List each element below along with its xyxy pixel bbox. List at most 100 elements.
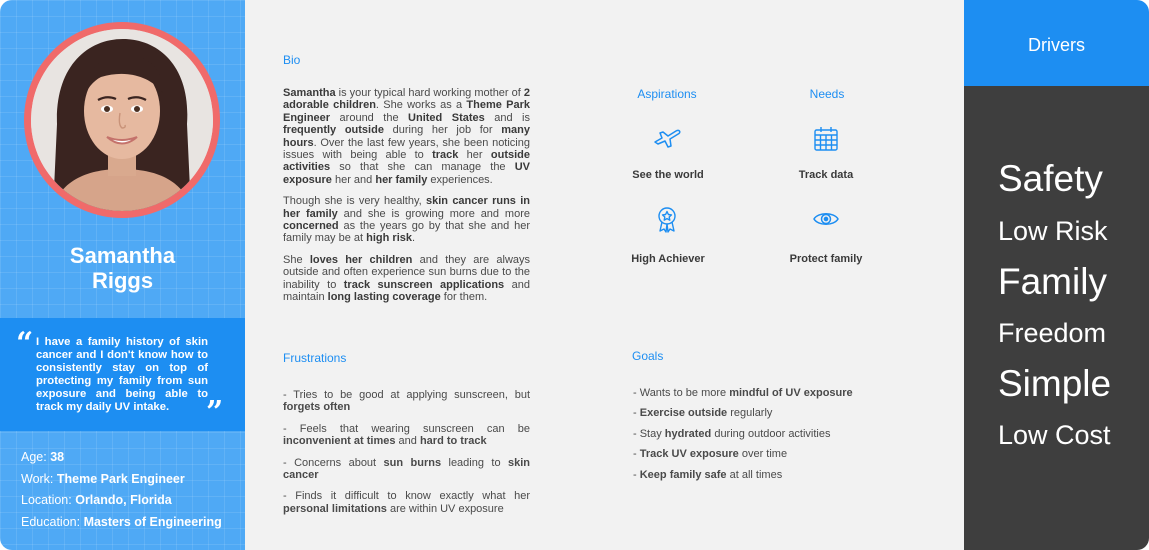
emphasis-text: frequently outside <box>283 124 384 137</box>
detail-age: Age: 38 <box>21 450 65 464</box>
persona-card: Samantha Riggs “ I have a family history… <box>0 0 1149 550</box>
emphasis-text: mindful of UV exposure <box>729 387 853 399</box>
frustration-item: - Finds it difficult to know exactly wha… <box>283 490 530 515</box>
emphasis-text: her family <box>375 173 428 186</box>
emphasis-text: Track UV exposure <box>639 448 739 461</box>
bio-paragraph: Samantha is your typical hard working mo… <box>283 87 530 186</box>
quote-box: “ I have a family history of skin cancer… <box>0 318 245 431</box>
need-track-data: Track data <box>798 169 854 181</box>
open-quote-icon: “ <box>16 326 34 361</box>
body-text: She <box>283 253 310 266</box>
emphasis-text: hard to track <box>419 435 487 448</box>
driver-safety: Safety <box>998 158 1103 199</box>
close-quote-icon: ” <box>206 395 224 430</box>
goals-list: - Wants to be more mindful of UV exposur… <box>633 387 933 489</box>
body-text: and is <box>484 111 531 124</box>
emphasis-text: track sunscreen applications <box>343 278 505 291</box>
bio-text: Samantha is your typical hard working mo… <box>283 87 530 313</box>
frustrations-list: - Tries to be good at applying sunscreen… <box>283 389 530 524</box>
goal-item: - Keep family safe at all times <box>633 469 933 489</box>
body-text: over time <box>738 448 788 461</box>
body-text: so that she can manage the <box>330 161 515 174</box>
body-text: . She works as a <box>375 99 467 112</box>
eye-icon <box>813 213 839 225</box>
body-text: at all times <box>726 468 783 481</box>
persona-last-name: Riggs <box>91 268 154 293</box>
needs-title: Needs <box>809 87 845 101</box>
award-icon <box>658 207 676 233</box>
need-protect-family: Protect family <box>789 253 863 265</box>
calendar-icon <box>814 127 838 151</box>
body-text: are within UV exposure <box>386 502 504 515</box>
profile-panel: Samantha Riggs “ I have a family history… <box>0 0 245 550</box>
goal-item: - Exercise outside regularly <box>633 407 933 427</box>
body-text: leading to <box>441 456 508 469</box>
driver-simple: Simple <box>998 363 1112 404</box>
emphasis-text: track <box>432 149 459 162</box>
body-text: - <box>633 468 640 481</box>
body-text: and <box>395 435 420 448</box>
emphasis-text: high risk <box>366 232 412 245</box>
aspirations-title: Aspirations <box>637 87 697 101</box>
persona-name: Samantha Riggs <box>0 243 245 293</box>
frustration-item: - Feels that wearing sunscreen can be in… <box>283 423 530 448</box>
frustration-item: - Concerns about sun burns leading to sk… <box>283 457 530 482</box>
bio-paragraph: Though she is very healthy, skin cancer … <box>283 195 530 245</box>
emphasis-text: hydrated <box>664 427 712 440</box>
driver-family: Family <box>998 261 1107 302</box>
body-text: is your typical hard working mother of <box>335 87 524 99</box>
body-text: experiences. <box>427 173 493 186</box>
detail-location: Location: Orlando, Florida <box>21 493 172 507</box>
bio-paragraph: She loves her children and they are alwa… <box>283 254 530 304</box>
emphasis-text: concerned <box>283 220 339 233</box>
body-text: - Finds it difficult to know exactly wha… <box>283 490 530 503</box>
body-text: - Concerns about <box>283 456 384 469</box>
driver-low-risk: Low Risk <box>998 216 1108 246</box>
body-text: - Stay <box>633 427 665 440</box>
body-text: her <box>458 149 491 162</box>
body-text: and she is growing more and more <box>337 207 530 220</box>
body-text: her and <box>331 173 376 186</box>
emphasis-text: sun burns <box>383 456 442 469</box>
driver-freedom: Freedom <box>998 318 1107 348</box>
emphasis-text: forgets often <box>283 401 351 414</box>
airplane-icon <box>654 129 681 148</box>
detail-work: Work: Theme Park Engineer <box>21 471 185 486</box>
drivers-header: Drivers <box>964 0 1149 86</box>
body-text: - <box>633 407 640 420</box>
body-text: around the <box>330 111 409 124</box>
goal-item: - Stay hydrated during outdoor activitie… <box>633 428 933 448</box>
emphasis-text: personal limitations <box>283 502 387 515</box>
body-text: . <box>411 232 416 245</box>
emphasis-text: Samantha <box>283 87 336 99</box>
goal-item: - Wants to be more mindful of UV exposur… <box>633 387 933 407</box>
emphasis-text: long lasting coverage <box>327 291 441 304</box>
frustration-item: - Tries to be good at applying sunscreen… <box>283 389 530 414</box>
emphasis-text: loves her children <box>309 253 413 266</box>
aspiration-see-the-world: See the world <box>632 169 704 181</box>
avatar <box>24 22 220 218</box>
avatar-portrait <box>31 29 213 211</box>
body-text: for them. <box>440 291 488 304</box>
aspiration-high-achiever: High Achiever <box>631 253 705 265</box>
body-text: - <box>633 448 640 461</box>
body-text: regularly <box>727 407 773 420</box>
body-text: - Wants to be more <box>633 387 730 399</box>
persona-quote: I have a family history of skin cancer a… <box>36 336 208 413</box>
persona-first-name: Samantha <box>69 243 176 268</box>
driver-low-cost: Low Cost <box>998 420 1111 450</box>
body-text: - Feels that wearing sunscreen can be <box>283 422 530 435</box>
body-text: Though she is very healthy, <box>283 195 426 208</box>
goals-title: Goals <box>632 349 664 363</box>
emphasis-text: inconvenient at times <box>283 435 396 448</box>
emphasis-text: United States <box>408 111 485 124</box>
emphasis-text: Exercise outside <box>639 407 728 420</box>
emphasis-text: Keep family safe <box>639 468 727 481</box>
body-text: during her job for <box>383 124 502 137</box>
detail-education: Education: Masters of Engineering <box>21 514 222 529</box>
frustrations-title: Frustrations <box>283 351 347 365</box>
body-text: - Tries to be good at applying sunscreen… <box>283 389 530 401</box>
body-text: during outdoor activities <box>711 427 831 440</box>
persona-details: Age: 38 Work: Theme Park Engineer Locati… <box>21 447 222 533</box>
bio-title: Bio <box>283 53 301 67</box>
